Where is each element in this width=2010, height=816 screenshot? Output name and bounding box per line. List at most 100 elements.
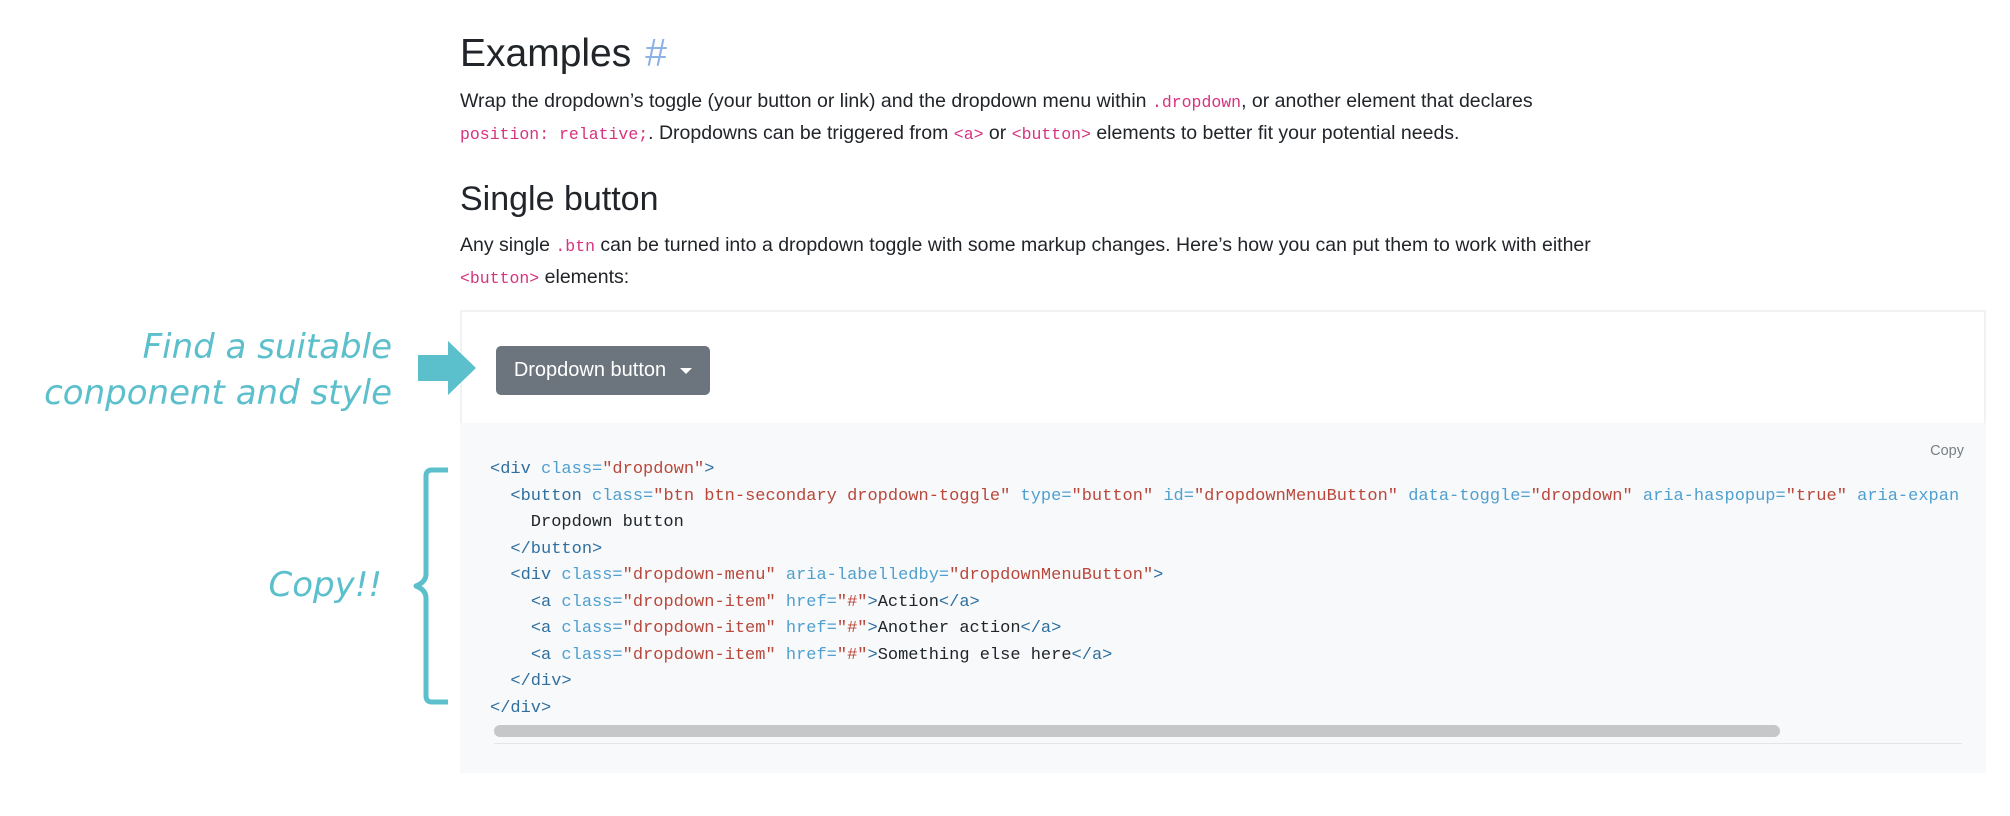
code-line: <div class="dropdown-menu" aria-labelled… — [490, 563, 1960, 590]
code-token: "#" — [836, 619, 868, 638]
inline-code: position: relative; — [460, 125, 649, 144]
code-token: > — [1153, 566, 1164, 585]
example-preview: Dropdown button — [460, 310, 1986, 423]
code-token: Another action — [877, 619, 1021, 638]
code-token: "dropdownMenuButton" — [1193, 486, 1399, 506]
intro-text: elements to better fit your potential ne… — [1090, 122, 1460, 144]
code-token: "button" — [1071, 486, 1154, 506]
code-token: "dropdownMenuButton" — [949, 566, 1154, 585]
code-token: href= — [785, 592, 837, 612]
code-token: "dropdown-item" — [622, 619, 776, 638]
code-token: > — [867, 645, 878, 665]
scrollbar-thumb[interactable] — [494, 725, 1780, 737]
code-line: <a class="dropdown-item" href="#">Action… — [490, 590, 1960, 617]
code-line: <a class="dropdown-item" href="#">Someth… — [490, 643, 1960, 670]
code-line: </div> — [490, 669, 1960, 696]
page-title: Examples # — [460, 28, 667, 80]
intro-text: . Dropdowns can be triggered from — [648, 122, 954, 144]
intro-text: or — [983, 122, 1012, 144]
code-token: "#" — [836, 592, 868, 612]
code-token: <a — [530, 645, 562, 665]
intro-text: , or another element that declares — [1241, 90, 1533, 112]
code-token: Dropdown button — [490, 513, 684, 532]
code-token: class= — [561, 566, 623, 585]
code-token: "dropdown" — [602, 460, 705, 479]
code-token: </button> — [510, 539, 603, 559]
desc-text: elements: — [539, 266, 630, 288]
code-token: Something else here — [877, 645, 1072, 665]
code-token: aria-haspopup= — [1642, 486, 1786, 506]
code-token: "btn btn-secondary dropdown-toggle" — [653, 486, 1011, 506]
code-token: </a> — [1020, 619, 1062, 638]
page-title-text: Examples — [460, 32, 632, 75]
section-description: Any single .btn can be turned into a dro… — [460, 230, 1591, 294]
inline-code: <button> — [460, 269, 540, 288]
dropdown-button-label: Dropdown button — [513, 359, 667, 381]
desc-text: can be turned into a dropdown toggle wit… — [595, 234, 1591, 256]
code-token: </a> — [938, 592, 980, 612]
code-token: <a — [530, 592, 562, 612]
code-line: <button class="btn btn-secondary dropdow… — [490, 484, 1960, 511]
code-token: </a> — [1071, 645, 1113, 665]
code-token: "#" — [836, 645, 868, 665]
code-token: data-toggle= — [1408, 486, 1531, 506]
section-heading: Single button — [460, 180, 659, 218]
code-token: id= — [1163, 486, 1194, 506]
code-token: <button — [510, 486, 593, 506]
annotation-find-line2: conponent and style — [44, 373, 392, 413]
code-token: </div> — [510, 672, 572, 691]
horizontal-scrollbar[interactable] — [494, 725, 1962, 737]
code-token: class= — [561, 645, 623, 665]
code-token: > — [867, 592, 878, 612]
inline-code: <a> — [953, 125, 984, 144]
divider — [494, 743, 1962, 744]
code-token: Action — [877, 592, 939, 612]
code-token: > — [867, 619, 878, 638]
code-token: </div> — [490, 698, 552, 718]
code-token: "dropdown-item" — [622, 592, 776, 612]
annotation-copy: Copy!! — [268, 565, 382, 605]
intro-text: Wrap the dropdown’s toggle (your button … — [460, 90, 1152, 112]
code-line: </div> — [490, 696, 1960, 723]
code-line: <a class="dropdown-item" href="#">Anothe… — [490, 616, 1960, 643]
code-line: </button> — [490, 537, 1960, 564]
code-token: class= — [541, 460, 603, 479]
code-line: Dropdown button — [490, 510, 1960, 537]
code-token: <a — [530, 619, 562, 638]
code-token: "dropdown-item" — [622, 645, 776, 665]
code-snippet: Copy <div class="dropdown"> <button clas… — [460, 423, 1986, 773]
code-token: "dropdown" — [1530, 486, 1633, 506]
annotation-find-line1: Find a suitable — [142, 327, 392, 367]
dropdown-button[interactable]: Dropdown button — [496, 346, 710, 395]
inline-code: .btn — [555, 237, 595, 256]
code-token: href= — [785, 619, 837, 638]
code-line: <div class="dropdown"> — [490, 457, 1960, 484]
inline-code: <button> — [1011, 125, 1091, 144]
code-token: <div — [490, 460, 542, 479]
inline-code: .dropdown — [1151, 93, 1242, 112]
arrow-right-icon — [418, 341, 476, 395]
intro-paragraph: Wrap the dropdown’s toggle (your button … — [460, 86, 1533, 150]
code-token: class= — [561, 619, 623, 638]
heading-anchor-link[interactable]: # — [645, 32, 667, 75]
code-token: aria-expanded= — [1857, 486, 1960, 506]
code-token: type= — [1020, 486, 1072, 506]
code-token: "true" — [1785, 486, 1847, 506]
code-token: class= — [561, 592, 623, 612]
caret-down-icon — [680, 367, 693, 374]
